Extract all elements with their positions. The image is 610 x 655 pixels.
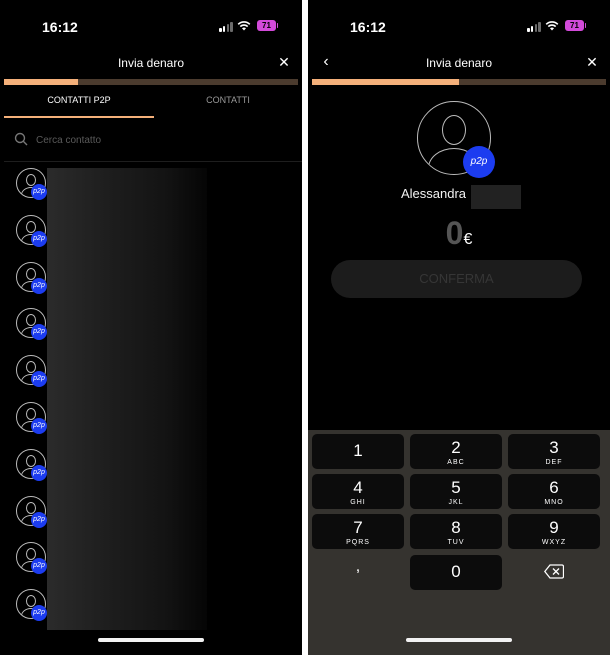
- p2p-badge: p2p: [31, 511, 47, 528]
- battery-icon: 71: [257, 20, 278, 31]
- tab-contatti-p2p[interactable]: CONTATTI P2P: [4, 90, 154, 118]
- cellular-signal-icon: [527, 21, 541, 32]
- key-8[interactable]: 8 TUV: [410, 514, 502, 549]
- key-letters: DEF: [545, 459, 563, 466]
- redacted-contact-names: [47, 168, 207, 630]
- p2p-badge: p2p: [31, 417, 47, 434]
- amount-value: 0: [445, 215, 464, 251]
- status-bar: 16:12 71: [0, 0, 302, 52]
- key-letters: PQRS: [346, 539, 370, 546]
- key-5[interactable]: 5 JKL: [410, 474, 502, 509]
- status-time: 16:12: [42, 19, 78, 35]
- p2p-badge: p2p: [31, 184, 47, 200]
- p2p-badge: p2p: [31, 230, 47, 247]
- close-button[interactable]: ✕: [582, 52, 602, 72]
- search-input[interactable]: [36, 132, 286, 148]
- divider: [4, 161, 302, 162]
- tab-bar: CONTATTI P2P CONTATTI: [4, 90, 298, 118]
- tab-contatti[interactable]: CONTATTI: [154, 90, 302, 118]
- cellular-signal-icon: [219, 21, 233, 32]
- progress-fill: [4, 79, 78, 85]
- key-letters: WXYZ: [541, 539, 567, 546]
- p2p-badge: p2p: [31, 371, 47, 388]
- key-1[interactable]: 1: [312, 434, 404, 469]
- key-letters: JKL: [448, 499, 464, 506]
- send-money-screen: 16:12 71 ‹ Invia denaro ✕ p2p Alessandra…: [308, 0, 610, 655]
- key-digit: 7: [353, 518, 363, 537]
- progress-bar: [312, 79, 606, 85]
- p2p-badge: p2p: [31, 277, 47, 294]
- key-comma[interactable]: ,: [312, 555, 404, 590]
- key-9[interactable]: 9 WXYZ: [508, 514, 600, 549]
- key-letters: GHI: [350, 499, 366, 506]
- key-2[interactable]: 2 ABC: [410, 434, 502, 469]
- home-indicator: [406, 638, 512, 642]
- key-digit: 8: [451, 518, 461, 537]
- recipient-name: Alessandra: [401, 186, 467, 201]
- numeric-keypad: 1 2 ABC 3 DEF 4 GHI 5 JKL 6 MNO 7 PQRS 8 TUV 9 WXYZ, 0: [308, 430, 610, 655]
- wifi-icon: [545, 21, 559, 31]
- currency-symbol: €: [463, 231, 473, 248]
- key-3[interactable]: 3 DEF: [508, 434, 600, 469]
- key-6[interactable]: 6 MNO: [508, 474, 600, 509]
- backspace-icon: [544, 564, 564, 579]
- key-digit: ,: [355, 558, 361, 575]
- p2p-badge: p2p: [31, 605, 47, 622]
- status-bar: 16:12 71: [308, 0, 610, 52]
- key-0[interactable]: 0: [410, 555, 502, 590]
- key-digit: 1: [353, 441, 363, 460]
- page-title: Invia denaro: [117, 56, 185, 70]
- key-digit: 6: [549, 478, 559, 497]
- battery-icon: 71: [565, 20, 586, 31]
- key-digit: 0: [451, 562, 461, 581]
- key-digit: 5: [451, 478, 461, 497]
- p2p-badge: p2p: [31, 558, 47, 575]
- key-7[interactable]: 7 PQRS: [312, 514, 404, 549]
- key-digit: 3: [549, 438, 559, 457]
- p2p-badge: p2p: [31, 324, 47, 341]
- key-letters: ABC: [447, 459, 465, 466]
- amount-display: 0€: [308, 215, 610, 252]
- key-digit: 4: [353, 478, 363, 497]
- key-digit: 9: [549, 518, 559, 537]
- close-button[interactable]: ✕: [274, 52, 294, 72]
- key-letters: MNO: [544, 499, 564, 506]
- progress-fill: [312, 79, 459, 85]
- delete-key[interactable]: [508, 555, 600, 590]
- status-time: 16:12: [350, 19, 386, 35]
- header: Invia denaro ✕: [0, 52, 302, 76]
- p2p-badge: p2p: [31, 464, 47, 481]
- search-icon: [14, 132, 28, 146]
- confirm-button[interactable]: CONFERMA: [331, 260, 582, 298]
- search-bar: [14, 128, 298, 156]
- wifi-icon: [237, 21, 251, 31]
- redacted-surname: [471, 185, 521, 209]
- home-indicator: [98, 638, 204, 642]
- p2p-badge: p2p: [463, 146, 495, 178]
- header: ‹ Invia denaro ✕: [308, 52, 610, 76]
- progress-bar: [4, 79, 298, 85]
- contacts-screen: 16:12 71 Invia denaro ✕ CONTATTI P2P CON…: [0, 0, 302, 655]
- key-4[interactable]: 4 GHI: [312, 474, 404, 509]
- key-digit: 2: [451, 438, 461, 457]
- key-letters: TUV: [447, 539, 465, 546]
- page-title: Invia denaro: [425, 56, 493, 70]
